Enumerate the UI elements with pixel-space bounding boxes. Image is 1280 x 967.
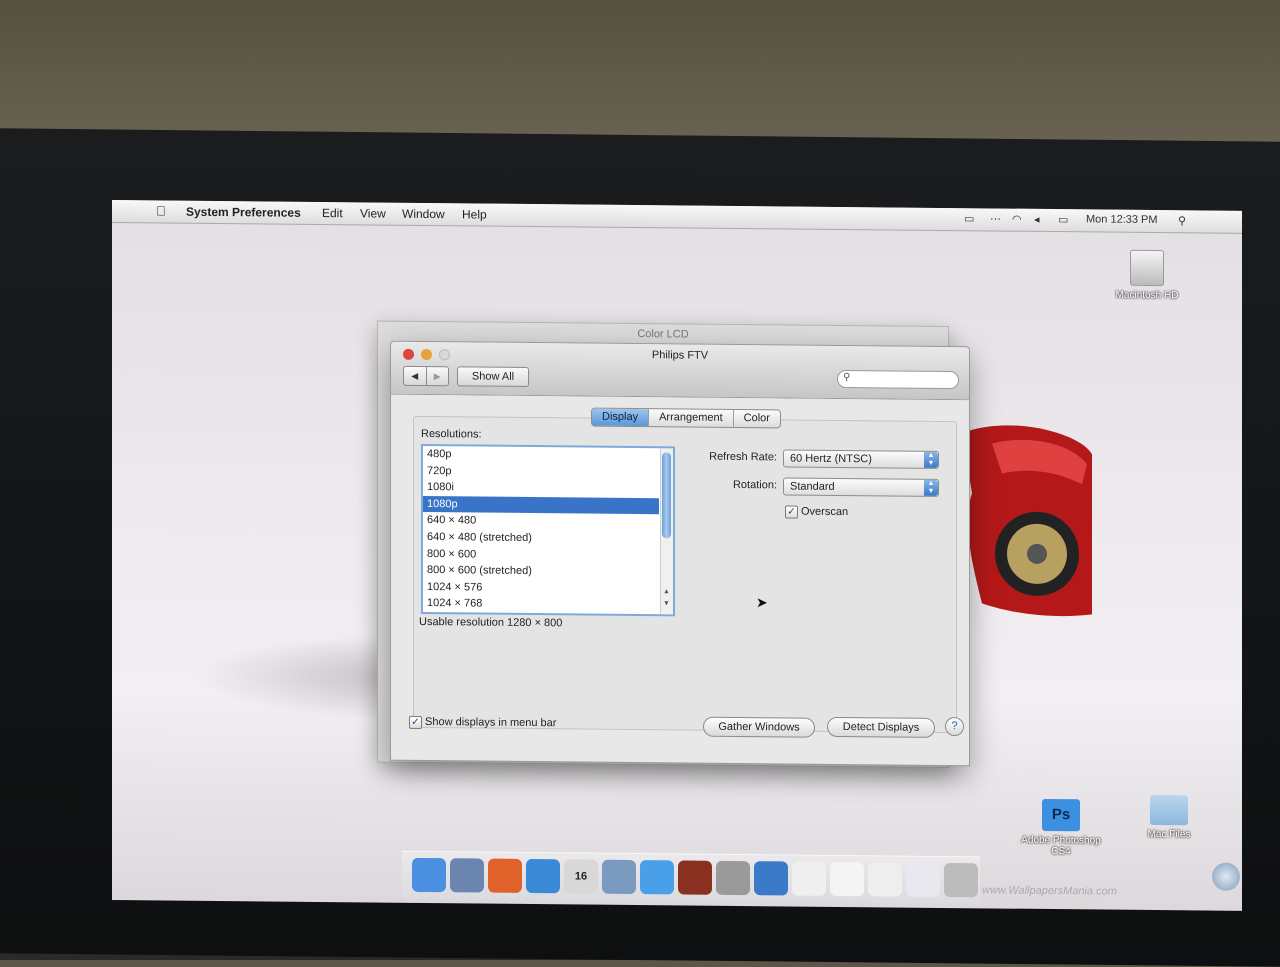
desktop-icon-photoshop[interactable]: Ps Adobe Photoshop CS4	[1016, 798, 1106, 858]
ical-icon[interactable]: 16	[564, 859, 598, 894]
room-wall	[0, 0, 1280, 150]
desktop-icon-label: Mac Files	[1147, 828, 1191, 841]
refresh-rate-label: Refresh Rate:	[709, 450, 777, 464]
downloads-stack-icon[interactable]	[1212, 862, 1240, 891]
list-item[interactable]: 640 × 480 (stretched)	[423, 529, 673, 548]
help-button[interactable]: ?	[945, 716, 964, 737]
philips-ftv-window: Philips FTV ◀ ▶ Show All ⚲ Display Arran…	[390, 340, 970, 767]
wifi-icon[interactable]: ◠	[1012, 213, 1022, 226]
back-forward-buttons: ◀ ▶	[403, 365, 449, 387]
iphoto-icon[interactable]	[602, 859, 636, 895]
refresh-rate-value: 60 Hertz (NTSC)	[790, 452, 872, 466]
scroll-down-arrow-icon[interactable]: ▼	[663, 600, 670, 607]
wallpaper-watermark: www.WallpapersMania.com	[982, 884, 1117, 898]
list-item[interactable]: 1024 × 768	[423, 595, 673, 614]
photoshop-icon: Ps	[1042, 798, 1080, 832]
menu-view[interactable]: View	[360, 206, 386, 220]
rotation-value: Standard	[790, 480, 835, 493]
itunes-icon[interactable]	[640, 860, 674, 895]
volume-icon[interactable]: ◂	[1034, 213, 1040, 226]
tab-bar: Display Arrangement Color	[591, 407, 781, 429]
search-field[interactable]: ⚲	[837, 369, 959, 390]
apple-menu-icon[interactable]: 	[156, 203, 166, 218]
display-menu-icon[interactable]: ▭	[964, 212, 974, 225]
spotlight-icon[interactable]: ⚲	[1178, 214, 1186, 227]
menu-app-name[interactable]: System Preferences	[186, 205, 301, 220]
desktop-icon-mac-files[interactable]: Mac Files	[1124, 794, 1214, 841]
desktop-icon-label: Macintosh HD	[1115, 289, 1179, 302]
rotation-label: Rotation:	[732, 478, 777, 492]
resolutions-list[interactable]: 480p 720p 1080i 1080p 640 × 480 640 × 48…	[421, 443, 675, 617]
refresh-rate-popup[interactable]: 60 Hertz (NTSC) ▲ ▼	[783, 449, 939, 469]
menu-help[interactable]: Help	[462, 207, 487, 221]
battery-icon[interactable]: ▭	[1058, 213, 1068, 226]
menu-clock[interactable]: Mon 12:33 PM	[1086, 213, 1158, 226]
show-all-button[interactable]: Show All	[457, 366, 529, 388]
desktop-icon-label: Adobe Photoshop CS4	[1021, 834, 1101, 858]
trash-icon[interactable]	[944, 862, 978, 898]
display-pane: Display Arrangement Color Resolutions: 4…	[399, 402, 964, 738]
list-item[interactable]: 800 × 600 (stretched)	[423, 562, 673, 581]
list-scrollbar[interactable]: ▲ ▼	[660, 448, 673, 615]
scroll-thumb[interactable]	[662, 452, 671, 539]
time-machine-icon[interactable]	[754, 861, 788, 896]
hard-drive-icon	[1130, 249, 1164, 287]
overscan-checkbox[interactable]: ✓	[785, 505, 798, 519]
firefox-icon[interactable]	[488, 858, 522, 893]
dock: 16	[402, 850, 980, 904]
overscan-label: Overscan	[801, 505, 849, 519]
safari-icon[interactable]	[526, 858, 560, 894]
usable-resolution-text: Usable resolution 1280 × 800	[419, 615, 563, 630]
back-button[interactable]: ◀	[404, 367, 426, 385]
bluetooth-icon[interactable]: ⋯	[990, 212, 1001, 225]
detect-displays-button[interactable]: Detect Displays	[827, 716, 935, 738]
gather-windows-button[interactable]: Gather Windows	[703, 716, 815, 738]
system-preferences-icon[interactable]	[716, 860, 750, 896]
folder-icon	[1150, 794, 1188, 826]
window-title: Philips FTV	[651, 349, 709, 362]
popup-arrows-icon: ▲ ▼	[924, 451, 938, 468]
show-displays-checkbox[interactable]: ✓	[409, 715, 422, 729]
popup-arrows-icon: ▲ ▼	[924, 479, 938, 496]
menu-edit[interactable]: Edit	[322, 206, 343, 220]
menu-window[interactable]: Window	[402, 207, 445, 221]
desktop-icon-macintosh-hd[interactable]: Macintosh HD	[1102, 249, 1192, 302]
tab-arrangement[interactable]: Arrangement	[648, 409, 733, 427]
document-icon-3[interactable]	[868, 862, 902, 897]
photo-booth-icon[interactable]	[678, 860, 712, 895]
forward-button[interactable]: ▶	[425, 367, 448, 386]
rotation-popup[interactable]: Standard ▲ ▼	[783, 477, 939, 497]
document-icon-1[interactable]	[792, 861, 826, 896]
preview-icon[interactable]	[450, 858, 484, 893]
resolutions-label: Resolutions:	[421, 427, 482, 441]
desktop-screen:  System Preferences Edit View Window He…	[112, 200, 1242, 911]
window-titlebar[interactable]: Philips FTV ◀ ▶ Show All ⚲	[391, 341, 969, 401]
tab-color[interactable]: Color	[732, 409, 780, 428]
mouse-pointer-icon: ➤	[756, 594, 768, 611]
scroll-up-arrow-icon[interactable]: ▲	[663, 588, 670, 595]
show-displays-label: Show displays in menu bar	[425, 716, 557, 730]
tab-display[interactable]: Display	[592, 408, 649, 427]
document-icon-4[interactable]	[906, 862, 940, 897]
document-icon-2[interactable]	[830, 861, 864, 897]
search-icon: ⚲	[843, 372, 851, 384]
finder-icon[interactable]	[412, 857, 446, 893]
